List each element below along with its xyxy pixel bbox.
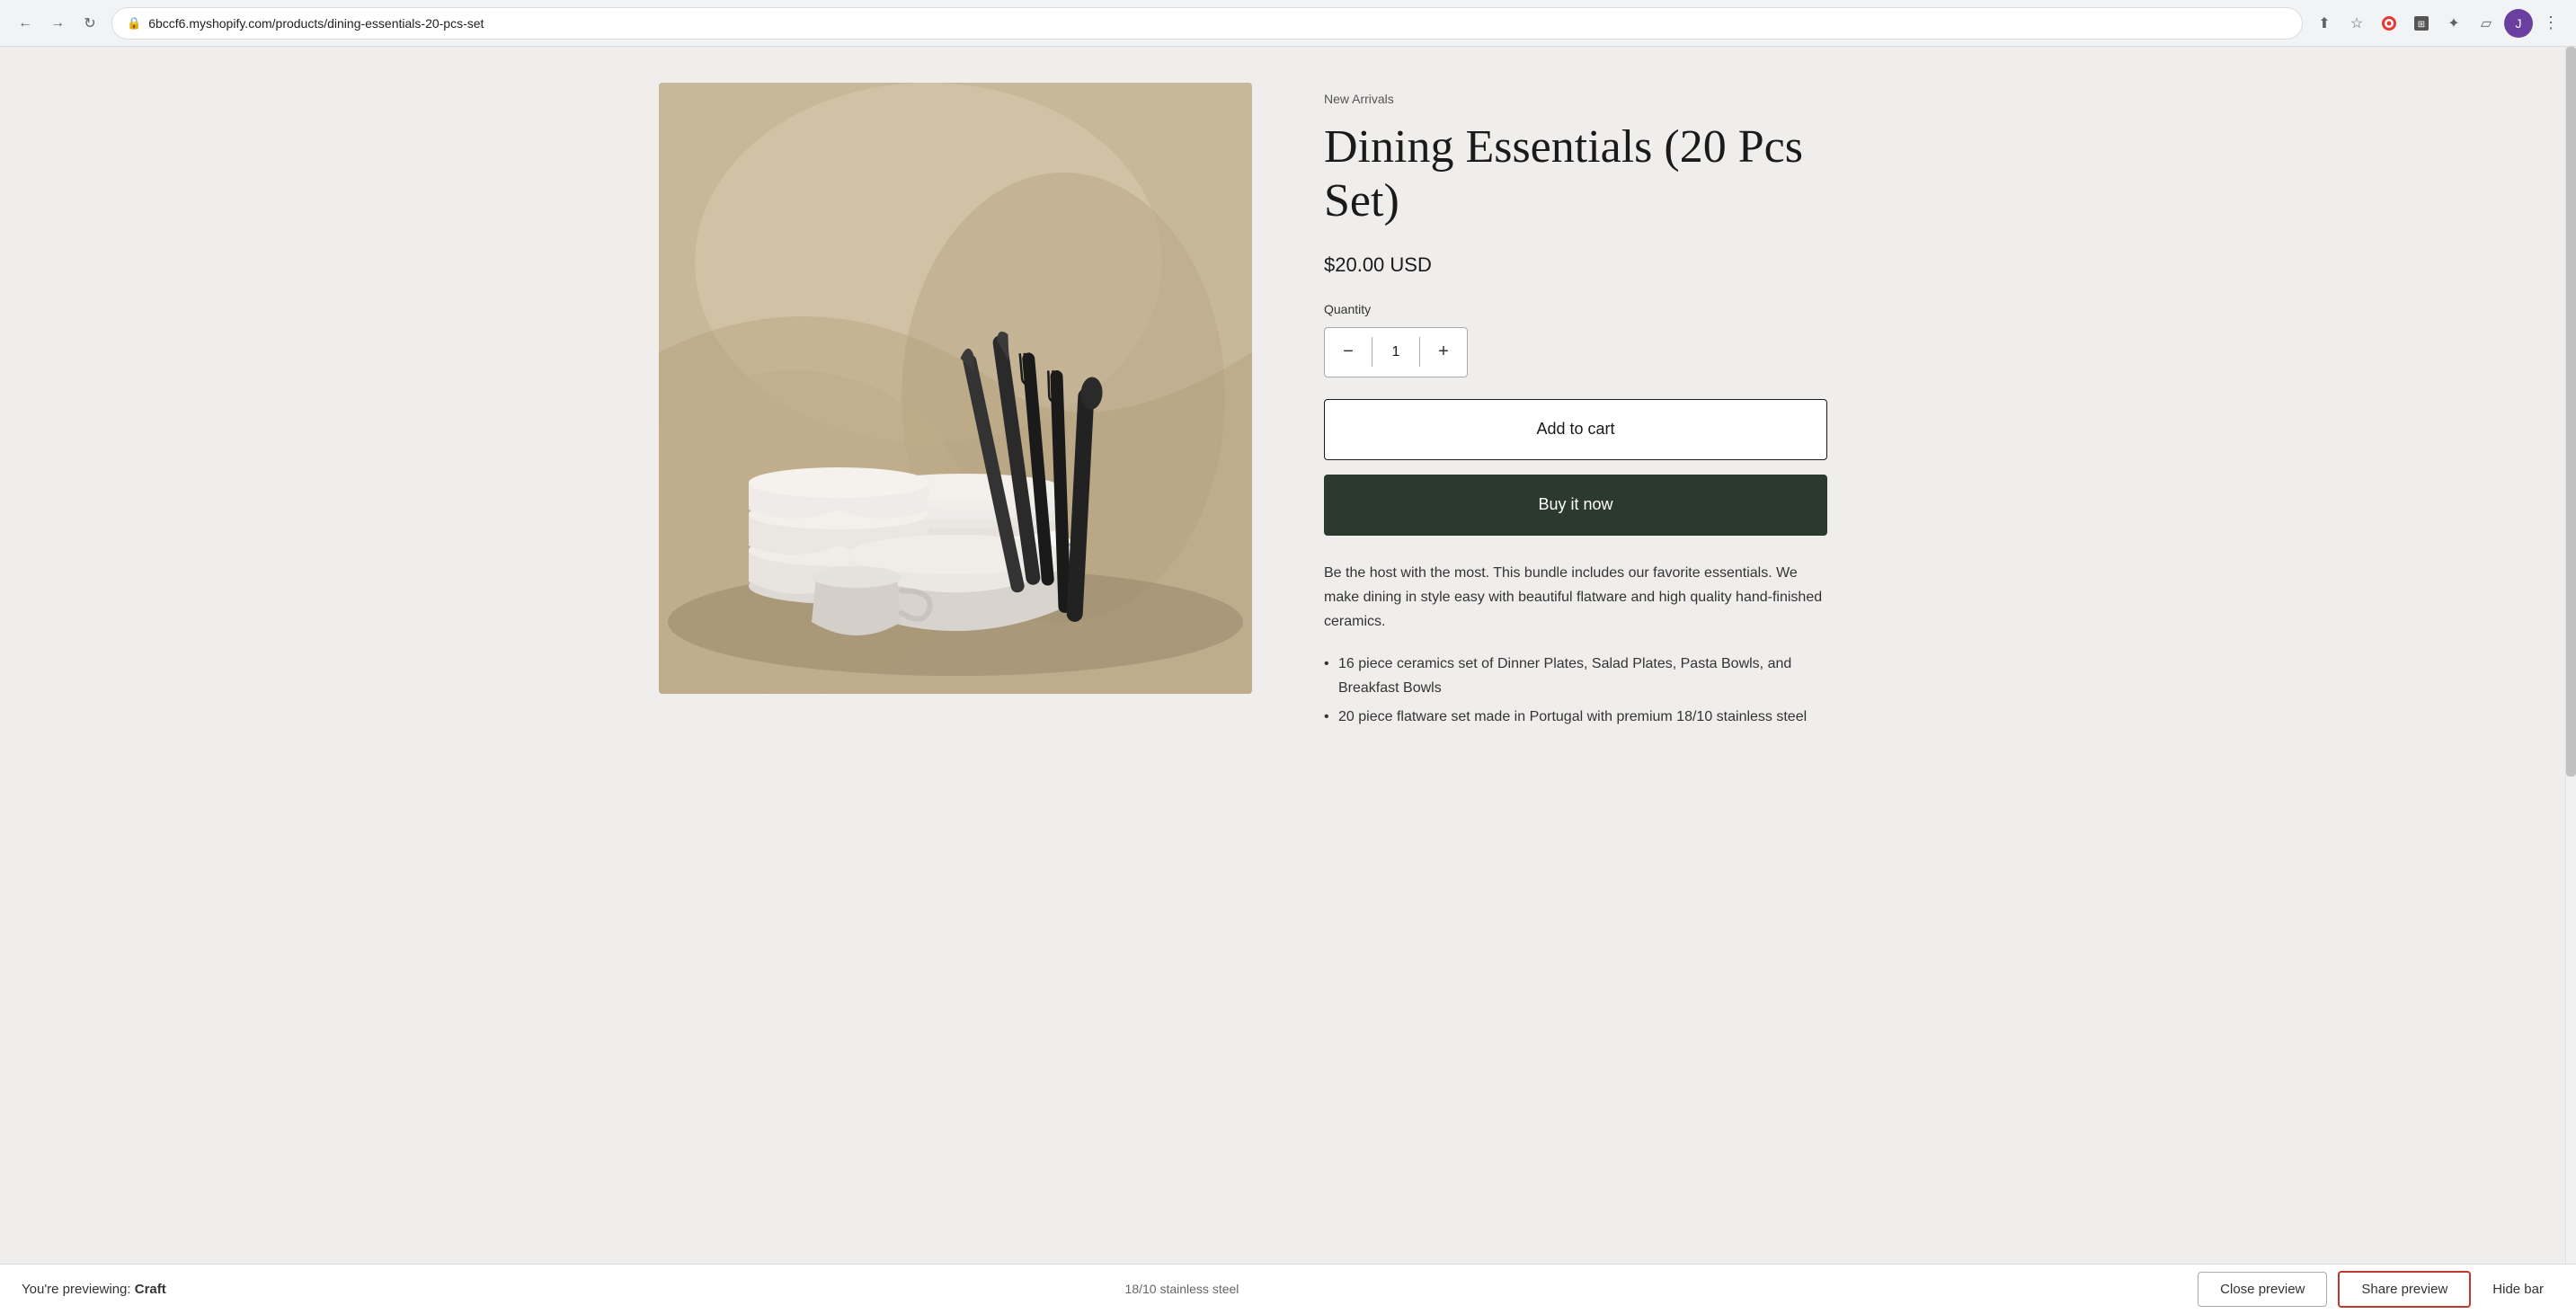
share-page-button[interactable]: ⬆ (2310, 9, 2339, 38)
url-text: 6bccf6.myshopify.com/products/dining-ess… (148, 16, 484, 31)
page-content: New Arrivals Dining Essentials (20 Pcs S… (0, 47, 2576, 1264)
profile-button[interactable]: J (2504, 9, 2533, 38)
product-image-section (659, 83, 1252, 1228)
preview-prefix: You're previewing: (22, 1282, 131, 1297)
product-info-section: New Arrivals Dining Essentials (20 Pcs S… (1324, 83, 1827, 1228)
product-description: Be the host with the most. This bundle i… (1324, 561, 1827, 635)
close-preview-button[interactable]: Close preview (2198, 1272, 2327, 1307)
product-features: 16 piece ceramics set of Dinner Plates, … (1324, 652, 1827, 729)
share-preview-button[interactable]: Share preview (2338, 1271, 2471, 1308)
svg-text:⊞: ⊞ (2418, 20, 2425, 30)
lock-icon: 🔒 (127, 16, 141, 31)
extension2-button[interactable]: ⊞ (2407, 9, 2436, 38)
browser-actions: ⬆ ☆ ⊞ ✦ ▱ J ⋮ (2310, 9, 2565, 38)
feature-item-2: 20 piece flatware set made in Portugal w… (1324, 705, 1827, 729)
preview-bar: You're previewing: Craft 18/10 stainless… (0, 1264, 2576, 1314)
forward-button[interactable]: → (43, 9, 72, 38)
product-category: New Arrivals (1324, 92, 1827, 106)
quantity-value: 1 (1372, 344, 1419, 360)
buy-now-button[interactable]: Buy it now (1324, 475, 1827, 536)
window-button[interactable]: ▱ (2472, 9, 2500, 38)
menu-dots-icon: ⋮ (2543, 13, 2559, 32)
preview-theme-name: Craft (135, 1282, 166, 1297)
product-container: New Arrivals Dining Essentials (20 Pcs S… (659, 83, 1917, 1228)
scrollbar[interactable] (2565, 47, 2576, 1264)
menu-button[interactable]: ⋮ (2536, 9, 2565, 38)
bookmark-button[interactable]: ☆ (2342, 9, 2371, 38)
hide-bar-button[interactable]: Hide bar (2482, 1273, 2554, 1306)
quantity-increase-button[interactable]: + (1420, 328, 1467, 377)
preview-actions: Close preview Share preview Hide bar (2198, 1271, 2554, 1308)
quantity-control: − 1 + (1324, 327, 1468, 377)
product-title: Dining Essentials (20 Pcs Set) (1324, 120, 1827, 228)
nav-buttons: ← → ↻ (11, 9, 104, 38)
preview-counter: 18/10 stainless steel (1125, 1282, 1239, 1298)
preview-counter-text: 18/10 stainless steel (1125, 1282, 1239, 1296)
product-image (659, 83, 1252, 694)
preview-label: You're previewing: Craft (22, 1282, 166, 1297)
preview-text: You're previewing: Craft (22, 1282, 166, 1298)
address-bar[interactable]: 🔒 6bccf6.myshopify.com/products/dining-e… (111, 7, 2303, 40)
quantity-label: Quantity (1324, 302, 1827, 316)
product-price: $20.00 USD (1324, 253, 1827, 277)
back-button[interactable]: ← (11, 9, 40, 38)
reload-button[interactable]: ↻ (76, 9, 104, 38)
feature-item-1: 16 piece ceramics set of Dinner Plates, … (1324, 652, 1827, 700)
scroll-thumb[interactable] (2566, 47, 2576, 777)
add-to-cart-button[interactable]: Add to cart (1324, 399, 1827, 460)
quantity-decrease-button[interactable]: − (1325, 328, 1372, 377)
browser-chrome: ← → ↻ 🔒 6bccf6.myshopify.com/products/di… (0, 0, 2576, 47)
extension1-button[interactable] (2375, 9, 2403, 38)
extension3-button[interactable]: ✦ (2439, 9, 2468, 38)
